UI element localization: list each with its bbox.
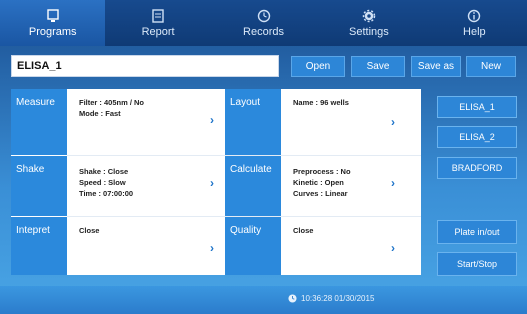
calculate-summary[interactable]: Preprocess : No Kinetic : Open Curves : … xyxy=(281,156,421,216)
shake-speed: Speed : Slow xyxy=(79,178,126,187)
quality-summary[interactable]: Close xyxy=(281,217,421,275)
measure-chevron-icon[interactable]: › xyxy=(210,113,214,127)
save-as-button[interactable]: Save as xyxy=(411,56,461,77)
shake-chevron-icon[interactable]: › xyxy=(210,176,214,190)
measure-mode: Mode : Fast xyxy=(79,109,121,118)
shake-state: Shake : Close xyxy=(79,167,129,176)
clock-icon xyxy=(288,294,297,303)
quality-chevron-icon[interactable]: › xyxy=(391,241,395,255)
shake-summary[interactable]: Shake : Close Speed : Slow Time : 07:00:… xyxy=(67,156,222,216)
tab-programs[interactable]: Programs xyxy=(0,0,106,46)
tab-help[interactable]: Help xyxy=(422,0,527,46)
tab-label: Help xyxy=(463,25,486,38)
program-name-field[interactable] xyxy=(11,55,279,77)
calculate-kinetic: Kinetic : Open xyxy=(293,178,344,187)
toolbar: Open Save Save as New xyxy=(0,46,527,86)
start-stop-button[interactable]: Start/Stop xyxy=(437,252,517,276)
save-button[interactable]: Save xyxy=(351,56,405,77)
plate-in-out-button[interactable]: Plate in/out xyxy=(437,220,517,244)
shake-label: Shake xyxy=(11,156,67,216)
row-measure-layout: Measure Filter : 405nm / No Mode : Fast … xyxy=(11,89,421,155)
open-button[interactable]: Open xyxy=(291,56,345,77)
quality-state: Close xyxy=(293,226,314,235)
row-shake-calculate: Shake Shake : Close Speed : Slow Time : … xyxy=(11,156,421,216)
intepret-label: Intepret xyxy=(11,217,67,275)
quality-label: Quality xyxy=(225,217,281,275)
measure-summary[interactable]: Filter : 405nm / No Mode : Fast xyxy=(67,89,222,155)
intepret-state: Close xyxy=(79,226,100,235)
calculate-chevron-icon[interactable]: › xyxy=(391,176,395,190)
calculate-preprocess: Preprocess : No xyxy=(293,167,351,176)
monitor-icon xyxy=(46,8,60,23)
layout-summary[interactable]: Name : 96 wells xyxy=(281,89,421,155)
measure-label: Measure xyxy=(11,89,67,155)
calculate-curves: Curves : Linear xyxy=(293,189,348,198)
tab-label: Programs xyxy=(28,25,77,38)
tab-label: Settings xyxy=(349,25,389,38)
program-settings-panel: Measure Filter : 405nm / No Mode : Fast … xyxy=(11,89,421,275)
layout-label: Layout xyxy=(225,89,281,155)
tab-report[interactable]: Report xyxy=(105,0,210,46)
layout-chevron-icon[interactable]: › xyxy=(391,115,395,129)
tab-label: Records xyxy=(243,25,284,38)
report-icon xyxy=(151,8,165,23)
datetime-text: 10:36:28 01/30/2015 xyxy=(301,294,375,303)
gear-icon xyxy=(362,9,376,23)
status-bar: 10:36:28 01/30/2015 xyxy=(0,286,527,314)
measure-filter: Filter : 405nm / No xyxy=(79,98,145,107)
main-nav: Programs Report Records Settings Help xyxy=(0,0,527,46)
program-elisa-1-button[interactable]: ELISA_1 xyxy=(437,96,517,118)
program-elisa-2-button[interactable]: ELISA_2 xyxy=(437,126,517,148)
info-icon xyxy=(467,9,481,23)
tab-settings[interactable]: Settings xyxy=(316,0,421,46)
layout-name: Name : 96 wells xyxy=(293,98,349,107)
row-intepret-quality: Intepret Close › Quality Close › xyxy=(11,217,421,275)
shake-time: Time : 07:00:00 xyxy=(79,189,134,198)
tab-records[interactable]: Records xyxy=(211,0,316,46)
calculate-label: Calculate xyxy=(225,156,281,216)
program-bradford-button[interactable]: BRADFORD xyxy=(437,157,517,179)
datetime-readout: 10:36:28 01/30/2015 xyxy=(288,294,374,303)
intepret-summary[interactable]: Close xyxy=(67,217,222,275)
tab-label: Report xyxy=(141,25,175,38)
device-screen: Programs Report Records Settings Help EL… xyxy=(0,0,527,314)
clock-icon xyxy=(257,9,271,23)
intepret-chevron-icon[interactable]: › xyxy=(210,241,214,255)
new-button[interactable]: New xyxy=(466,56,516,77)
